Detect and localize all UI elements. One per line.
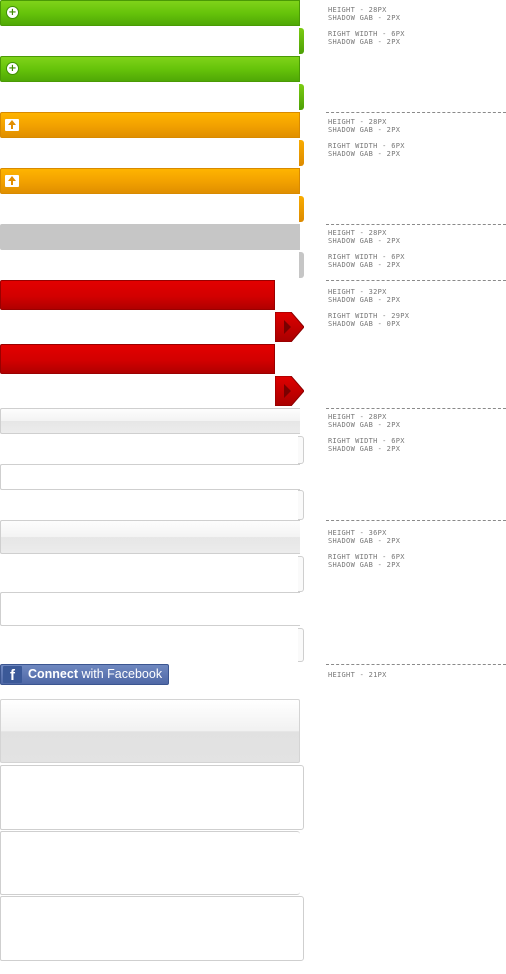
upload-arrow-icon [5,119,19,131]
green-right-cap [299,28,304,54]
divider [326,112,506,113]
light-right-cap [298,436,304,464]
large-box [0,765,304,830]
light-tall-right-cap [298,556,304,592]
red-bar-hover[interactable] [0,344,275,374]
note-shadow-gap: SHADOW GAB - 2PX [328,296,401,304]
note-shadow-gap: SHADOW GAB - 2PX [328,150,401,158]
note-right-width: RIGHT WIDTH - 6PX [328,142,405,150]
chevron-right-icon [275,312,304,342]
light-tall-bar[interactable] [0,520,300,554]
note-shadow-gap: SHADOW GAB - 2PX [328,126,401,134]
note-right-width: RIGHT WIDTH - 29PX [328,312,410,320]
note-height: HEIGHT - 28PX [328,118,387,126]
note-right-width: RIGHT WIDTH - 6PX [328,553,405,561]
note-shadow-gap: SHADOW GAB - 2PX [328,237,401,245]
light-tall-right-cap-plain [298,628,304,662]
large-gradient-panel [0,699,300,763]
light-bar-plain[interactable] [0,464,300,490]
facebook-logo-icon: f [3,666,22,684]
light-tall-bar-plain[interactable] [0,592,300,626]
note-height: HEIGHT - 36PX [328,529,387,537]
note-right-width: RIGHT WIDTH - 6PX [328,253,405,261]
note-shadow-gap: SHADOW GAB - 2PX [328,537,401,545]
note-shadow-gap: SHADOW GAB - 2PX [328,261,401,269]
large-box-plain [0,831,300,895]
note-height: HEIGHT - 28PX [328,229,387,237]
note-right-width: RIGHT WIDTH - 6PX [328,30,405,38]
facebook-button-label: Connect with Facebook [28,667,163,681]
divider [326,408,506,409]
upload-arrow-icon [5,175,19,187]
note-height: HEIGHT - 21PX [328,671,387,679]
gray-right-cap [299,252,304,278]
note-height: HEIGHT - 28PX [328,6,387,14]
orange-right-cap [299,140,304,166]
light-bar[interactable] [0,408,300,434]
note-shadow-gap: SHADOW GAB - 2PX [328,445,401,453]
green-bar[interactable] [0,0,300,26]
note-shadow-gap: SHADOW GAB - 2PX [328,421,401,429]
light-right-cap-plain [298,490,304,520]
orange-bar-hover[interactable] [0,168,300,194]
red-bar[interactable] [0,280,275,310]
note-height: HEIGHT - 28PX [328,413,387,421]
green-bar-hover[interactable] [0,56,300,82]
divider [326,664,506,665]
note-shadow-gap: SHADOW GAB - 0PX [328,320,401,328]
note-shadow-gap: SHADOW GAB - 2PX [328,561,401,569]
note-height: HEIGHT - 32PX [328,288,387,296]
note-shadow-gap: SHADOW GAB - 2PX [328,38,401,46]
note-shadow-gap: SHADOW GAB - 2PX [328,14,401,22]
plus-circle-icon: + [7,7,18,18]
orange-right-cap-hover [299,196,304,222]
green-right-cap-hover [299,84,304,110]
note-right-width: RIGHT WIDTH - 6PX [328,437,405,445]
chevron-right-icon [275,376,304,406]
divider [326,224,506,225]
connect-with-facebook-button[interactable]: f Connect with Facebook [0,664,169,685]
plus-circle-icon: + [7,63,18,74]
divider [326,280,506,281]
orange-bar[interactable] [0,112,300,138]
gray-bar[interactable] [0,224,300,250]
divider [326,520,506,521]
large-box-bottom [0,896,304,961]
